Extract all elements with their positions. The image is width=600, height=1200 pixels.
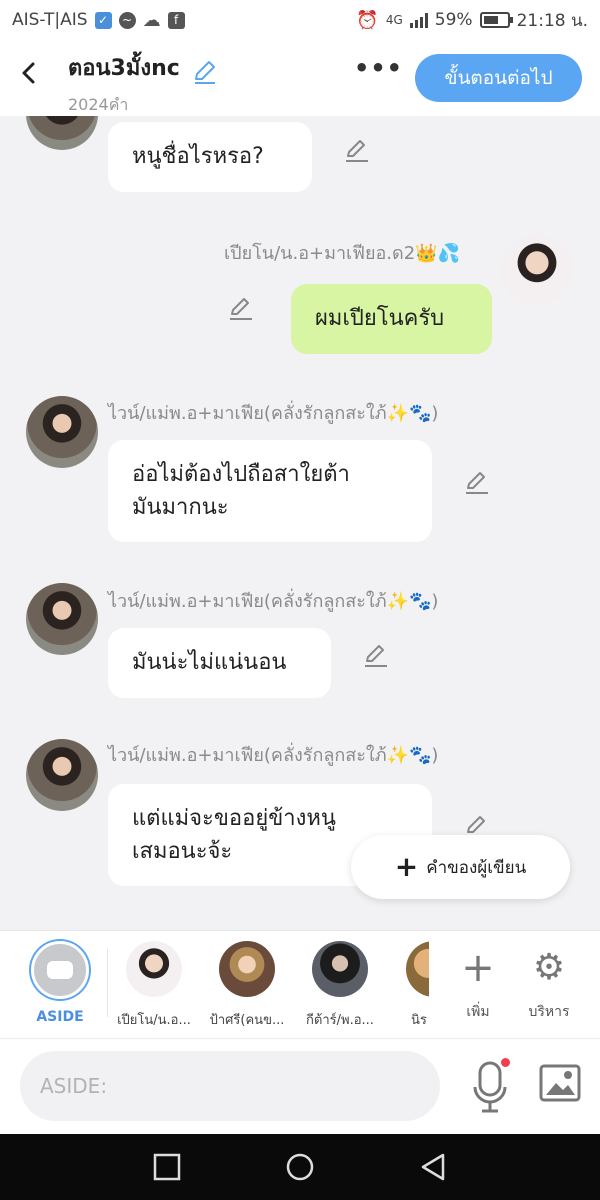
avatar (126, 941, 182, 997)
avatar[interactable] (26, 116, 98, 150)
author-note-button[interactable]: + คำของผู้เขียน (351, 835, 570, 899)
character-item[interactable]: เปียโน/น.อ... (112, 941, 196, 1030)
character-aside[interactable]: ASIDE (18, 941, 102, 1025)
avatar (406, 941, 429, 997)
plus-icon: + (394, 850, 419, 883)
word-count: 2024คำ (68, 95, 129, 114)
aside-input[interactable] (20, 1051, 440, 1121)
square-icon[interactable] (152, 1152, 182, 1182)
status-bar: AIS-T|AIS ✓ ~ ☁ f ⏰ 4G 59% 21:18 น. (0, 0, 600, 40)
microphone-icon[interactable] (470, 1059, 510, 1115)
next-step-button[interactable]: ขั้นตอนต่อไป (415, 54, 582, 102)
circle-icon[interactable] (285, 1152, 315, 1182)
sender-name: ไวน์/แม่พ.อ+มาเฟีย(คลั่งรักลูกสะใภ้✨🐾) (108, 745, 439, 766)
battery-percent: 59% (434, 10, 473, 30)
manage-button[interactable]: ⚙ บริหาร (519, 945, 579, 1023)
character-label: ป้าศรี(คนข... (209, 1013, 285, 1028)
avatar[interactable] (501, 234, 573, 306)
input-bar (0, 1038, 600, 1134)
cloud-icon: ☁ (142, 9, 161, 31)
message-line: มันมากนะ (132, 495, 229, 520)
message-line: แต่แม่จะขออยู่ข้างหนู (132, 806, 336, 831)
character-item[interactable]: ป้าศรี(คนข... (205, 941, 289, 1030)
carrier-label: AIS-T|AIS (12, 10, 88, 30)
sender-name: เปียโน/น.อ+มาเฟียอ.ด2👑💦 (224, 243, 460, 264)
character-label: ASIDE (36, 1009, 84, 1025)
pencil-icon[interactable] (227, 294, 255, 322)
avatar[interactable] (26, 396, 98, 468)
message-line: อ่อไม่ต้องไปถือสาใยต้า (132, 462, 350, 487)
status-right: ⏰ 4G 59% 21:18 น. (356, 7, 588, 34)
clock: 21:18 น. (516, 10, 588, 31)
author-note-label: คำของผู้เขียน (426, 857, 527, 878)
alarm-icon: ⏰ (356, 9, 379, 31)
message-bubble[interactable]: อ่อไม่ต้องไปถือสาใยต้า มันมากนะ (108, 440, 432, 542)
chat-area[interactable]: หนูชื่อไรหรอ? เปียโน/น.อ+มาเฟียอ.ด2👑💦 ผม… (0, 116, 600, 930)
aside-icon (31, 941, 89, 999)
facebook-icon: f (167, 11, 185, 29)
triangle-back-icon[interactable] (418, 1152, 448, 1182)
signal-icon (409, 12, 428, 28)
chevron-left-icon[interactable] (14, 58, 44, 88)
avatar[interactable] (26, 583, 98, 655)
pencil-icon[interactable] (343, 136, 371, 164)
chat-header: ตอน3มั้งnc 2024คำ ••• ขั้นตอนต่อไป (0, 40, 600, 116)
sender-name: ไวน์/แม่พ.อ+มาเฟีย(คลั่งรักลูกสะใภ้✨🐾) (108, 591, 439, 612)
add-label: เพิ่ม (466, 1004, 490, 1020)
character-label: นิร (411, 1013, 427, 1028)
divider (107, 949, 108, 1017)
battery-icon (479, 12, 513, 28)
record-indicator (501, 1058, 510, 1067)
manage-label: บริหาร (528, 1004, 570, 1020)
gear-icon: ⚙ (532, 947, 566, 988)
image-icon[interactable] (538, 1063, 582, 1103)
character-label: เปียโน/น.อ... (117, 1013, 191, 1028)
message-bubble[interactable]: หนูชื่อไรหรอ? (108, 122, 312, 192)
pencil-icon[interactable] (362, 641, 390, 669)
pencil-icon[interactable] (191, 57, 219, 85)
add-character-button[interactable]: + เพิ่ม (448, 945, 508, 1023)
status-left: AIS-T|AIS ✓ ~ ☁ f (12, 10, 185, 31)
character-bar: ASIDE เปียโน/น.อ... ป้าศรี(คนข... กีต้าร… (0, 930, 600, 1038)
plus-icon: + (461, 945, 495, 991)
shield-icon: ✓ (94, 11, 112, 29)
network-label: 4G (385, 13, 403, 27)
character-label: กีต้าร์/พ.อ... (306, 1013, 374, 1028)
message-bubble[interactable]: มันน่ะไม่แน่นอน (108, 628, 331, 698)
avatar[interactable] (26, 739, 98, 811)
system-nav-bar (0, 1134, 600, 1200)
character-item[interactable]: นิร (391, 941, 429, 1030)
page-title[interactable]: ตอน3มั้งnc (68, 50, 180, 85)
pencil-icon[interactable] (463, 468, 491, 496)
sender-name: ไวน์/แม่พ.อ+มาเฟีย(คลั่งรักลูกสะใภ้✨🐾) (108, 403, 439, 424)
avatar (312, 941, 368, 997)
character-item[interactable]: กีต้าร์/พ.อ... (298, 941, 382, 1030)
more-options-button[interactable]: ••• (354, 54, 403, 82)
title-block: ตอน3มั้งnc 2024คำ (68, 50, 219, 118)
message-bubble[interactable]: ผมเปียโนครับ (291, 284, 492, 354)
avatar (219, 941, 275, 997)
messenger-icon: ~ (118, 11, 136, 29)
